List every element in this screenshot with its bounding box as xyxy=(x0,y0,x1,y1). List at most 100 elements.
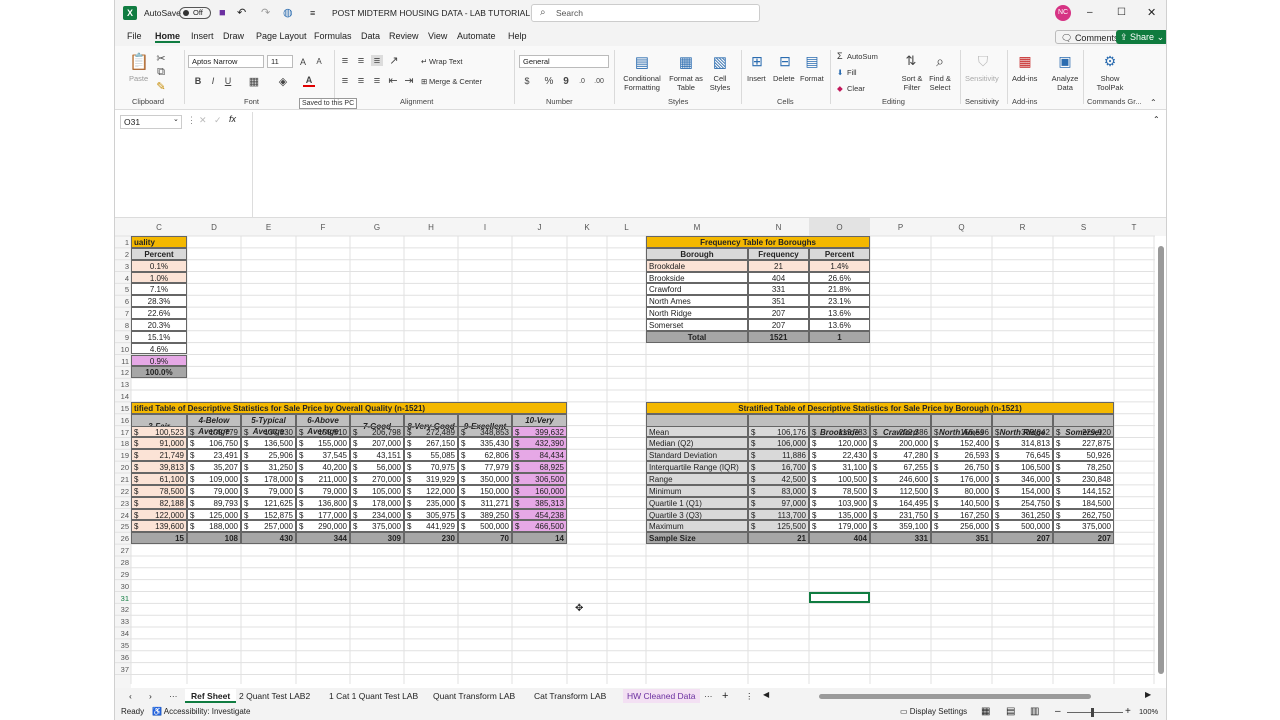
fill-button[interactable]: ⬇ Fill xyxy=(837,68,857,77)
collapse-ribbon-icon[interactable]: ⌃ xyxy=(1150,98,1157,107)
vertical-scrollbar[interactable] xyxy=(1157,236,1165,686)
redo-icon[interactable]: ↷ xyxy=(261,0,270,26)
column-header-m[interactable]: M xyxy=(646,222,748,233)
close-icon[interactable]: ✕ xyxy=(1147,0,1156,26)
share-button[interactable]: ⇪ Share ⌄ xyxy=(1116,30,1166,44)
zoom-in-icon[interactable]: + xyxy=(1125,705,1131,719)
horizontal-scrollbar-thumb[interactable] xyxy=(819,694,1091,699)
font-size-select[interactable]: 11 xyxy=(267,55,293,68)
row-header-34[interactable]: 34 xyxy=(115,628,131,640)
enter-icon[interactable]: ✓ xyxy=(214,115,222,126)
column-header-g[interactable]: G xyxy=(350,222,404,233)
row-header-9[interactable]: 9 xyxy=(115,332,131,344)
merge-center-button[interactable]: ⊞ Merge & Center xyxy=(421,77,482,86)
row-header-20[interactable]: 20 xyxy=(115,462,131,474)
column-header-s[interactable]: S xyxy=(1053,222,1114,233)
tabs-menu-icon[interactable]: ⋮ xyxy=(745,689,754,703)
row-header-30[interactable]: 30 xyxy=(115,581,131,593)
analyze-data-button[interactable]: Analyze Data xyxy=(1050,74,1080,92)
row-header-12[interactable]: 12 xyxy=(115,367,131,379)
tab-view[interactable]: View xyxy=(428,29,447,43)
toolpak-icon[interactable]: ⚙ xyxy=(1100,51,1120,71)
underline-button[interactable]: U xyxy=(223,75,233,87)
zoom-out-icon[interactable]: – xyxy=(1055,705,1061,719)
increase-font-icon[interactable]: A xyxy=(297,55,309,68)
tab-help[interactable]: Help xyxy=(508,29,527,43)
row-header-15[interactable]: 15 xyxy=(115,403,131,415)
autosum-button[interactable]: Σ AutoSum xyxy=(837,52,878,62)
sheet-tab-hw-cleaned-data[interactable]: HW Cleaned Data xyxy=(623,689,700,703)
wrap-text-button[interactable]: ↵ Wrap Text xyxy=(421,57,463,66)
row-header-4[interactable]: 4 xyxy=(115,273,131,285)
column-header-n[interactable]: N xyxy=(748,222,809,233)
zoom-level[interactable]: 100% xyxy=(1139,705,1158,719)
sheet-tab-quant-transform-lab[interactable]: Quant Transform LAB xyxy=(433,689,515,703)
sheets-more-right[interactable]: ··· xyxy=(704,689,713,703)
column-header-t[interactable]: T xyxy=(1114,222,1154,233)
collapse-formula-bar-icon[interactable]: ⌃ xyxy=(1153,115,1160,124)
save-icon[interactable]: ■ xyxy=(219,0,226,26)
normal-view-icon[interactable]: ▦ xyxy=(981,705,990,719)
format-cells-button[interactable]: Format xyxy=(800,74,824,83)
row-header-18[interactable]: 18 xyxy=(115,438,131,450)
paste-button[interactable]: Paste xyxy=(129,74,148,83)
tab-page-layout[interactable]: Page Layout xyxy=(256,29,307,43)
globe-icon[interactable]: ◍ xyxy=(283,0,293,26)
horizontal-scrollbar[interactable]: ◀ ▶ xyxy=(763,690,1153,700)
prev-sheet-icon[interactable]: ‹ xyxy=(129,689,132,703)
analyze-data-icon[interactable]: ▣ xyxy=(1055,51,1075,71)
row-header-27[interactable]: 27 xyxy=(115,545,131,557)
format-painter-icon[interactable]: ✎ xyxy=(155,80,167,93)
align-right-icon[interactable]: ≡ xyxy=(371,75,383,87)
page-layout-view-icon[interactable]: ▤ xyxy=(1006,705,1015,719)
worksheet[interactable]: C D E F G H I J K L M N O P Q R S T 1 2 3 4 5 6 7 8 9 10 11 12 13 14 15 1… xyxy=(115,218,1166,688)
sensitivity-button[interactable]: Sensitivity xyxy=(965,74,999,83)
orientation-icon[interactable]: ↗ xyxy=(387,55,401,67)
sheet-tab-1-cat-1-quant-test-lab[interactable]: 1 Cat 1 Quant Test LAB xyxy=(329,689,418,703)
tab-insert[interactable]: Insert xyxy=(191,29,214,43)
maximize-icon[interactable]: ☐ xyxy=(1117,0,1126,26)
percent-button[interactable]: % xyxy=(543,75,555,87)
avatar[interactable]: NC xyxy=(1055,5,1071,21)
sheet-tab-2-quant-test-lab2[interactable]: 2 Quant Test LAB2 xyxy=(239,689,310,703)
copy-icon[interactable]: ⧉ xyxy=(155,66,167,78)
row-header-16[interactable]: 16 xyxy=(115,415,131,427)
fill-color-icon[interactable]: ◈ xyxy=(277,75,289,88)
row-header-29[interactable]: 29 xyxy=(115,569,131,581)
paste-icon[interactable]: 📋 xyxy=(129,52,149,72)
search-box[interactable]: ⌕ Search xyxy=(531,4,760,22)
column-header-l[interactable]: L xyxy=(607,222,646,233)
format-as-table-button[interactable]: Format as Table xyxy=(666,74,706,92)
conditional-formatting-icon[interactable]: ▤ xyxy=(631,51,653,73)
decrease-decimal-icon[interactable]: .00 xyxy=(593,75,605,87)
insert-function-button[interactable]: fx xyxy=(229,114,236,124)
tab-home[interactable]: Home xyxy=(155,29,181,43)
clear-button[interactable]: ◆ Clear xyxy=(837,84,865,93)
sensitivity-icon[interactable]: ⛉ xyxy=(973,51,993,71)
column-header-o[interactable]: O xyxy=(809,222,870,233)
column-header-h[interactable]: H xyxy=(404,222,458,233)
row-header-6[interactable]: 6 xyxy=(115,296,131,308)
formula-input[interactable] xyxy=(253,112,1153,212)
cancel-icon[interactable]: ✕ xyxy=(199,115,207,126)
row-header-13[interactable]: 13 xyxy=(115,379,131,391)
row-header-21[interactable]: 21 xyxy=(115,474,131,486)
row-header-14[interactable]: 14 xyxy=(115,391,131,403)
customize-toolbar-icon[interactable]: ≡ xyxy=(310,0,315,26)
minimize-icon[interactable]: – xyxy=(1087,0,1093,26)
row-header-32[interactable]: 32 xyxy=(115,604,131,616)
align-center-icon[interactable]: ≡ xyxy=(355,75,367,87)
insert-cells-icon[interactable]: ⊞ xyxy=(747,51,767,71)
tab-file[interactable]: File xyxy=(127,29,142,43)
row-header-7[interactable]: 7 xyxy=(115,308,131,320)
align-top-icon[interactable]: ≡ xyxy=(339,55,351,67)
column-header-c[interactable]: C xyxy=(131,222,187,233)
row-header-22[interactable]: 22 xyxy=(115,486,131,498)
decrease-font-icon[interactable]: A xyxy=(313,55,325,68)
increase-indent-icon[interactable]: ⇥ xyxy=(403,75,415,87)
conditional-formatting-button[interactable]: Conditional Formatting xyxy=(621,74,663,92)
column-header-d[interactable]: D xyxy=(187,222,241,233)
delete-cells-button[interactable]: Delete xyxy=(773,74,795,83)
sheet-tab-cat-transform-lab[interactable]: Cat Transform LAB xyxy=(534,689,606,703)
insert-cells-button[interactable]: Insert xyxy=(747,74,766,83)
